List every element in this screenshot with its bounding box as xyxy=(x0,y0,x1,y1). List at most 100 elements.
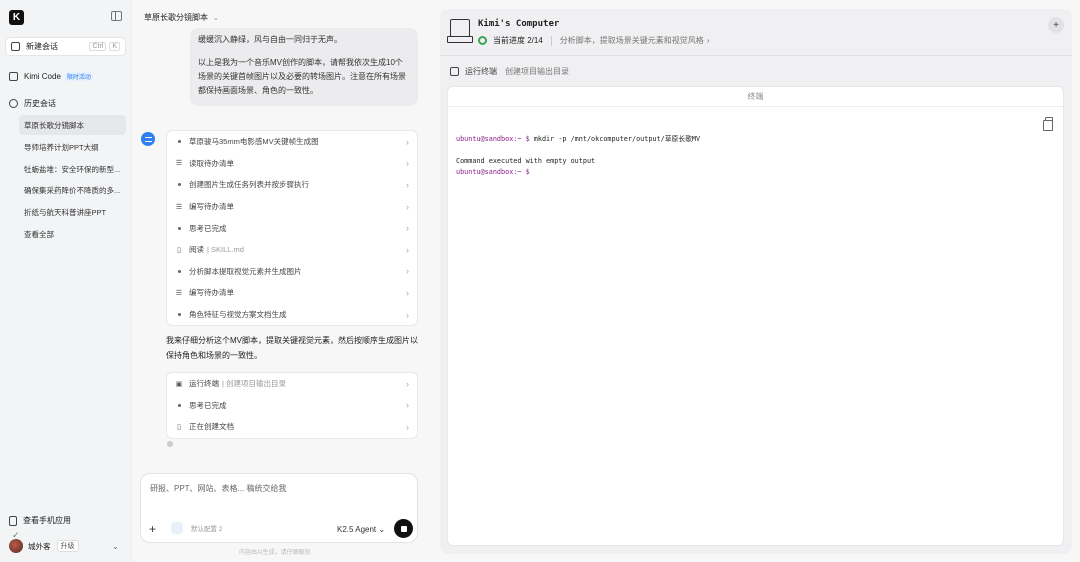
computer-title: Kimi's Computer xyxy=(478,19,560,29)
terminal-line: Command executed with empty output xyxy=(456,156,700,167)
expand-icon[interactable]: + xyxy=(1048,17,1064,33)
phone-app-link[interactable]: 查看手机应用 xyxy=(9,515,71,526)
divider xyxy=(440,55,1072,56)
promo-badge: 限时活动 xyxy=(64,72,93,81)
stop-button[interactable] xyxy=(394,519,413,538)
code-icon xyxy=(9,72,18,81)
step-item[interactable]: 分析脚本提取视觉元素并生成图片 › xyxy=(167,261,417,283)
progress-note: 分析脚本，提取场景关键元素和视觉风格 xyxy=(559,36,704,45)
step-label: 正在创建文档 xyxy=(189,422,234,432)
chevron-right-icon: › xyxy=(406,421,409,432)
new-chat-button[interactable]: 新建会话 Ctrl K xyxy=(5,37,126,56)
chat-title-dropdown[interactable]: 草原长歌分镜脚本 ⌄ xyxy=(144,12,219,23)
chevron-down-icon[interactable]: ⌄ xyxy=(112,542,119,551)
tool-label: 运行终端 xyxy=(465,67,497,76)
sidebar-item-kimi-code[interactable]: Kimi Code 限时活动 xyxy=(9,72,93,81)
step-item[interactable]: ☰ 编写待办清单 › xyxy=(167,282,417,304)
progress-row[interactable]: 当前进度 2/14 分析脚本，提取场景关键元素和视觉风格 › xyxy=(478,35,709,46)
chevron-right-icon: › xyxy=(406,223,409,234)
kimi-code-label: Kimi Code xyxy=(24,72,61,81)
view-all-history-link[interactable]: 查看全部 xyxy=(19,224,126,244)
step-item[interactable]: ▣ 运行终端 | 创建项目输出目录 › xyxy=(167,373,417,395)
upgrade-button[interactable]: 升级 xyxy=(56,540,79,552)
shortcut-key-k: K xyxy=(109,42,120,51)
chevron-right-icon: › xyxy=(406,400,409,411)
terminal-icon xyxy=(450,67,459,76)
terminal-icon: ▣ xyxy=(175,380,183,388)
document-icon: ▯ xyxy=(177,246,181,254)
history-item[interactable]: 草原长歌分镜脚本 xyxy=(19,115,126,135)
step-item[interactable]: 思考已完成 › xyxy=(167,395,417,417)
dot-icon xyxy=(178,269,181,273)
step-label: 草原骏马35mm电影感MV关键帧生成图 xyxy=(189,137,319,147)
loading-indicator xyxy=(167,441,173,447)
user-message-line: 缓缓沉入静绿，风与自由一同归于无声。 xyxy=(198,35,342,44)
step-item[interactable]: ☰ 编写待办清单 › xyxy=(167,196,417,218)
dot-icon xyxy=(178,183,181,187)
user-menu[interactable]: 城外客 升级 xyxy=(9,530,79,553)
new-chat-label: 新建会话 xyxy=(26,42,58,51)
chevron-down-icon: ⌄ xyxy=(213,14,219,22)
user-message: 缓缓沉入静绿，风与自由一同归于无声。 以上是我为一个音乐MV创作的脚本，请帮我依… xyxy=(190,28,418,106)
step-label: 分析脚本提取视觉元素并生成图片 xyxy=(189,266,302,276)
chevron-right-icon: › xyxy=(406,201,409,212)
tool-call-header: 运行终端 创建项目输出目录 xyxy=(450,66,569,77)
terminal-output: ubuntu@sandbox:~ $ mkdir -p /mnt/okcompu… xyxy=(456,134,700,178)
sidebar-toggle-icon[interactable] xyxy=(111,11,122,21)
computer-panel: Kimi's Computer 当前进度 2/14 分析脚本，提取场景关键元素和… xyxy=(440,9,1072,554)
step-label: 编写待办清单 xyxy=(189,202,234,212)
step-sub-label: | SKILL.md xyxy=(207,245,244,255)
sidebar: K 新建会话 Ctrl K Kimi Code 限时活动 历史会话 草原长歌分镜… xyxy=(0,0,132,562)
dot-icon xyxy=(178,140,181,144)
chevron-right-icon: › xyxy=(406,244,409,255)
terminal-line: ubuntu@sandbox:~ $ xyxy=(456,167,700,178)
history-item[interactable]: 确保集采药降价不降质的多... xyxy=(19,180,126,200)
terminal-window[interactable]: 终端 ubuntu@sandbox:~ $ mkdir -p /mnt/okco… xyxy=(447,86,1064,546)
user-message-line: 以上是我为一个音乐MV创作的脚本，请帮我依次生成10个场景的关键首帧图片以及必要… xyxy=(198,58,406,95)
list-icon: ☰ xyxy=(175,160,183,168)
step-label: 阅读 xyxy=(189,245,204,255)
avatar xyxy=(9,530,23,553)
bot-avatar-icon xyxy=(141,132,155,146)
progress-status-icon xyxy=(478,36,487,45)
step-item[interactable]: 角色特征与视觉方案文档生成 › xyxy=(167,304,417,326)
skill-selector[interactable]: 默认配置 2 xyxy=(171,522,222,534)
step-label: 运行终端 xyxy=(189,379,219,389)
composer[interactable]: 研报、PPT、网站、表格... 稿统交给我 + 默认配置 2 K2.5 Agen… xyxy=(140,473,418,543)
new-chat-icon xyxy=(11,42,20,51)
phone-app-label: 查看手机应用 xyxy=(23,516,71,525)
kimi-logo-icon[interactable]: K xyxy=(9,10,24,25)
shortcut-hint: Ctrl K xyxy=(89,42,120,51)
terminal-prompt: ubuntu@sandbox:~ $ xyxy=(456,135,530,143)
step-item[interactable]: ▯ 阅读 | SKILL.md › xyxy=(167,239,417,261)
chat-panel: 草原长歌分镜脚本 ⌄ 缓缓沉入静绿，风与自由一同归于无声。 以上是我为一个音乐M… xyxy=(132,0,432,562)
step-label: 思考已完成 xyxy=(189,223,227,233)
step-label: 读取待办清单 xyxy=(189,158,234,168)
list-icon: ☰ xyxy=(175,289,183,297)
step-label: 思考已完成 xyxy=(189,400,227,410)
assistant-reply: 我来仔细分析这个MV脚本，提取关键视觉元素，然后按顺序生成图片以保持角色和场景的… xyxy=(166,336,418,360)
plus-icon[interactable]: + xyxy=(149,522,156,536)
step-item[interactable]: ☰ 读取待办清单 › xyxy=(167,153,417,175)
ai-disclaimer: 内容由AI生成，请仔细甄别 xyxy=(239,550,311,556)
computer-icon xyxy=(447,19,473,43)
copy-icon[interactable] xyxy=(1043,117,1053,131)
message-input[interactable]: 研报、PPT、网站、表格... 稿统交给我 xyxy=(150,483,286,494)
step-label: 角色特征与视觉方案文档生成 xyxy=(189,310,287,320)
history-item[interactable]: 牡蛎盐堆：安全环保的新型... xyxy=(19,159,126,179)
chevron-right-icon: › xyxy=(406,179,409,190)
chevron-right-icon: › xyxy=(406,309,409,320)
step-sub-label: | 创建项目输出目录 xyxy=(222,379,287,389)
step-item[interactable]: 思考已完成 › xyxy=(167,217,417,239)
step-item[interactable]: 草原骏马35mm电影感MV关键帧生成图 › xyxy=(167,131,417,153)
chevron-right-icon: › xyxy=(406,136,409,147)
model-selector[interactable]: K2.5 Agent ⌄ xyxy=(337,525,385,534)
step-item[interactable]: 创建图片生成任务列表并按步骤执行 › xyxy=(167,174,417,196)
chevron-right-icon: › xyxy=(406,158,409,169)
history-item[interactable]: 折纸与航天科普讲座PPT xyxy=(19,202,126,222)
history-item[interactable]: 导师培养计划PPT大纲 xyxy=(19,137,126,157)
skill-icon xyxy=(171,522,183,534)
sidebar-item-history[interactable]: 历史会话 xyxy=(9,98,56,109)
user-name: 城外客 xyxy=(28,541,51,551)
step-item[interactable]: ▯ 正在创建文档 › xyxy=(167,416,417,438)
